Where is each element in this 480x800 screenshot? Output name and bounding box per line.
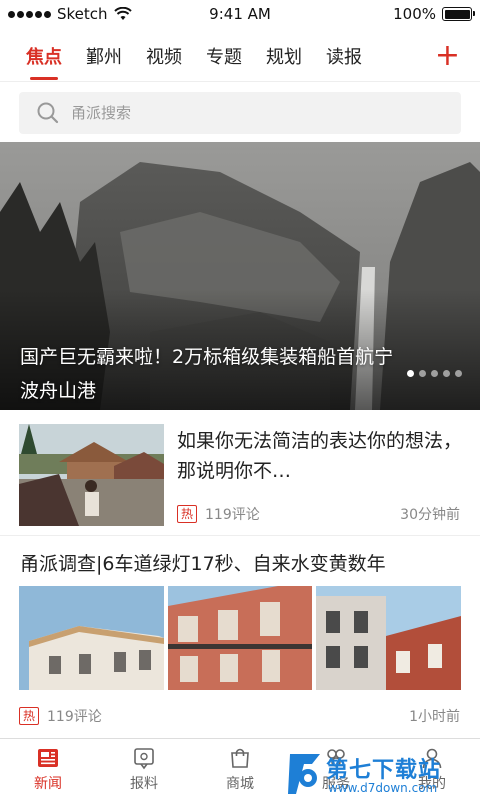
battery-percent: 100% (393, 5, 436, 23)
shop-icon (231, 748, 249, 768)
article-title[interactable]: 甬派调查|6车道绿灯17秒、自来水变黄数年 (20, 549, 470, 576)
news-icon (38, 749, 58, 767)
carousel-dot[interactable] (419, 370, 426, 377)
add-channel-button[interactable]: + (435, 38, 460, 74)
tab-topics[interactable]: 专题 (206, 30, 242, 82)
tab-newspaper[interactable]: 读报 (326, 30, 362, 82)
article-image (19, 586, 164, 690)
channel-tabs: 焦点 鄞州 视频 专题 规划 读报 + (0, 30, 480, 82)
hot-badge: 热 (19, 707, 40, 725)
article-time: 1小时前 (409, 709, 460, 725)
carrier-label: Sketch (57, 5, 108, 23)
signal-icon (8, 10, 51, 18)
article-image (167, 586, 313, 690)
article-meta: 热 119评论 (177, 504, 260, 524)
comment-count: 119评论 (47, 709, 102, 725)
tab-shop-label: 商城 (226, 776, 254, 792)
wifi-icon (113, 7, 132, 20)
comment-count: 119评论 (205, 507, 260, 523)
status-bar: Sketch 9:41 AM 100% (0, 0, 480, 28)
report-icon (134, 748, 154, 770)
status-right: 100% (393, 5, 475, 23)
tab-video[interactable]: 视频 (146, 30, 182, 82)
tab-shop[interactable]: 商城 (192, 739, 288, 800)
tab-focus[interactable]: 焦点 (26, 30, 62, 82)
hot-badge: 热 (177, 505, 198, 523)
search-input[interactable] (71, 104, 431, 122)
carousel-indicator (407, 370, 462, 377)
hero-title[interactable]: 国产巨无霸来啦！2万标箱级集装箱船首航宁波舟山港 (20, 340, 400, 408)
search-bar[interactable] (19, 92, 461, 134)
tab-yinzhou[interactable]: 鄞州 (86, 30, 122, 82)
battery-fill (444, 9, 470, 19)
carousel-dot[interactable] (407, 370, 414, 377)
carousel-dot[interactable] (455, 370, 462, 377)
battery-icon (442, 7, 475, 21)
article-image-row (19, 586, 462, 690)
article-thumbnail (19, 424, 164, 526)
watermark-name: 第七下载站 (326, 758, 442, 783)
article-time: 30分钟前 (400, 507, 460, 523)
watermark-url: www.d7down.com (328, 781, 438, 795)
article-card[interactable]: 如果你无法简洁的表达你的想法，那说明你不… 热 119评论 30分钟前 (0, 410, 480, 536)
tab-planning[interactable]: 规划 (266, 30, 302, 82)
article-title[interactable]: 如果你无法简洁的表达你的想法，那说明你不… (177, 426, 467, 486)
status-left: Sketch (8, 5, 132, 23)
carousel-dot[interactable] (431, 370, 438, 377)
watermark-logo: 第七下载站 www.d7down.com (286, 748, 480, 800)
tab-news[interactable]: 新闻 (0, 739, 96, 800)
tab-report-label: 报料 (130, 776, 158, 792)
article-image (316, 586, 462, 690)
hero-banner[interactable]: 国产巨无霸来啦！2万标箱级集装箱船首航宁波舟山港 (0, 142, 480, 410)
search-icon (37, 102, 59, 124)
carousel-dot[interactable] (443, 370, 450, 377)
article-meta: 热 119评论 (19, 706, 102, 726)
tab-news-label: 新闻 (34, 776, 62, 792)
tab-report[interactable]: 报料 (96, 739, 192, 800)
